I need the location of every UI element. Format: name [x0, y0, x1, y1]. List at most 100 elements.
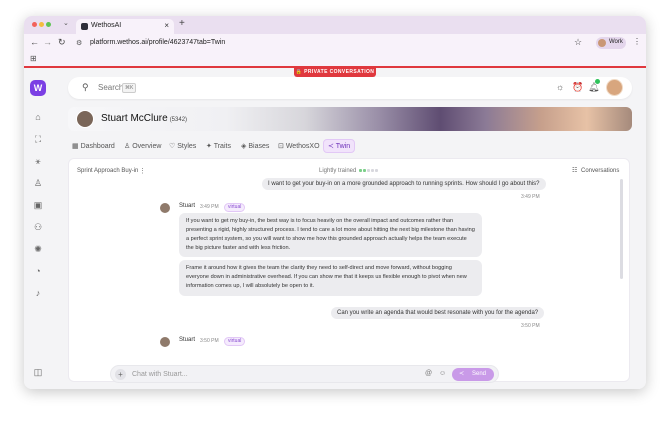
person-icon: ♙	[124, 143, 131, 150]
wethos-logo-icon[interactable]: W	[30, 80, 46, 96]
notification-dot	[595, 79, 600, 84]
profile-name-text: Stuart McClure	[101, 113, 168, 124]
chat-input[interactable]: Chat with Stuart...	[132, 371, 188, 378]
twin-icon: ≺	[328, 143, 334, 150]
message-timestamp: 3:49 PM	[521, 194, 540, 200]
tab-wethosxo[interactable]: ⊡ WethosXO	[278, 140, 320, 154]
minimize-window-button[interactable]	[39, 22, 44, 27]
address-bar[interactable]: platform.wethos.ai/profile/4623747tab=Tw…	[90, 39, 225, 46]
sender-name: Stuart	[179, 203, 196, 209]
microphone-icon[interactable]: ♪	[32, 288, 44, 298]
app-root: W ⌂ ⛶ ⚹ ♙ ▣ ⚇ ✺ ◔ ♪ ◫ ⚲ Search ⌘K ☼ ⏰ 🔔︎…	[24, 68, 646, 389]
search-icon: ⚲	[82, 82, 89, 92]
tab-label: WethosXO	[285, 143, 320, 150]
assistant-message-bubble: Frame it around how it gives the team th…	[179, 260, 482, 296]
biases-icon: ◈	[241, 143, 247, 150]
tab-label: Twin	[335, 143, 351, 150]
collapse-sidebar-icon[interactable]: ◫	[32, 367, 44, 378]
profile-id: (5342)	[169, 117, 188, 123]
training-segment	[359, 169, 362, 172]
tab-label: Biases	[248, 143, 270, 150]
add-attachment-button[interactable]: +	[115, 369, 126, 380]
tab-styles[interactable]: ♡ Styles	[169, 140, 196, 154]
search-input[interactable]: Search	[98, 83, 123, 92]
tab-label: Dashboard	[80, 143, 115, 150]
theme-sun-icon[interactable]: ☼	[556, 82, 564, 92]
chat-composer: + Chat with Stuart... @ ☺ ≺ Send	[110, 365, 499, 383]
assistant-message-bubble: If you want to get my buy-in, the best w…	[179, 213, 482, 257]
home-icon[interactable]: ⌂	[32, 112, 44, 122]
training-segment	[363, 169, 366, 172]
browser-tab[interactable]: WethosAI ×	[76, 19, 174, 34]
bookmarks-bar: ⊞	[24, 52, 646, 66]
stuart-avatar	[159, 202, 171, 214]
user-message-bubble: Can you write an agenda that would best …	[331, 307, 545, 319]
mention-icon[interactable]: @	[425, 370, 432, 377]
sidebar-rail: W ⌂ ⛶ ⚹ ♙ ▣ ⚇ ✺ ◔ ♪ ◫	[24, 68, 52, 389]
close-window-button[interactable]	[32, 22, 37, 27]
send-button[interactable]: ≺ Send	[452, 368, 494, 381]
gauge-icon[interactable]: ◔	[32, 266, 44, 276]
favicon-icon	[81, 23, 88, 30]
reload-icon[interactable]: ↻	[58, 37, 66, 48]
back-arrow-icon[interactable]: ←	[30, 37, 39, 47]
sender-name: Stuart	[179, 337, 196, 343]
private-conversation-banner: 🔒 PRIVATE CONVERSATION	[294, 67, 376, 77]
virtual-badge: virtual	[224, 337, 246, 346]
conversations-button[interactable]: Conversations	[581, 168, 619, 174]
profile-header: Stuart McClure (5342)	[68, 107, 632, 131]
virtual-badge: virtual	[224, 203, 246, 212]
message-timestamp: 3:50 PM	[200, 338, 219, 344]
emoji-icon[interactable]: ☺	[439, 370, 446, 377]
chat-scrollbar[interactable]	[620, 179, 623, 279]
message-timestamp: 3:49 PM	[200, 204, 219, 210]
training-segment	[371, 169, 374, 172]
person-icon[interactable]: ♙	[32, 178, 44, 189]
profile-label: Work	[609, 39, 623, 45]
stuart-avatar	[159, 336, 171, 348]
user-avatar[interactable]	[606, 79, 623, 96]
profile-tabs: ▦ Dashboard ♙ Overview ♡ Styles ✦ Traits…	[68, 139, 368, 156]
calendar-icon[interactable]: ▣	[32, 200, 44, 211]
close-tab-icon[interactable]: ×	[164, 21, 169, 30]
site-settings-icon[interactable]: ⚙	[76, 39, 82, 47]
tab-twin[interactable]: ≺ Twin	[323, 139, 356, 153]
forward-arrow-icon[interactable]: →	[43, 37, 52, 47]
maximize-window-button[interactable]	[46, 22, 51, 27]
tab-list-icon[interactable]: ⌄	[63, 19, 69, 27]
network-icon[interactable]: ⛶	[32, 134, 44, 145]
message-timestamp: 3:50 PM	[521, 323, 540, 329]
new-tab-button[interactable]: +	[179, 18, 185, 29]
browser-profile-button[interactable]: Work	[596, 37, 626, 49]
training-status-label: Lightly trained	[319, 168, 357, 174]
tab-overview[interactable]: ♙ Overview	[124, 140, 161, 154]
team-icon[interactable]: ⚇	[32, 222, 44, 233]
profile-avatar	[598, 39, 606, 47]
tab-strip: ⌄ WethosAI × +	[24, 16, 646, 34]
apps-grid-icon[interactable]: ⊞	[30, 54, 37, 63]
conversation-title: Sprint Approach Buy-in	[77, 168, 139, 174]
search-shortcut-badge: ⌘K	[122, 83, 137, 93]
browser-window: ⌄ WethosAI × + ← → ↻ ⚙ platform.wethos.a…	[24, 16, 646, 389]
send-label: Send	[472, 371, 487, 377]
dashboard-icon: ▦	[72, 143, 79, 150]
tab-label: Styles	[177, 143, 197, 150]
bookmark-star-icon[interactable]: ☆	[574, 37, 582, 48]
browser-toolbar: ← → ↻ ⚙ platform.wethos.ai/profile/46237…	[24, 34, 646, 52]
conversation-panel: Sprint Approach Buy-in ⋮ Lightly trained…	[68, 158, 630, 382]
conversation-menu-icon[interactable]: ⋮	[139, 167, 146, 175]
user-message-bubble: I want to get your buy-in on a more grou…	[262, 178, 546, 190]
traits-icon: ✦	[206, 143, 212, 150]
tab-biases[interactable]: ◈ Biases	[241, 140, 269, 154]
nodes-icon[interactable]: ⚹	[32, 156, 44, 167]
wethosxo-icon: ⊡	[278, 143, 284, 150]
tab-traits[interactable]: ✦ Traits	[206, 140, 231, 154]
alarm-clock-icon[interactable]: ⏰	[572, 82, 583, 93]
heart-icon: ♡	[169, 143, 176, 150]
training-segment	[367, 169, 370, 172]
conversations-icon[interactable]: ☷	[572, 167, 577, 174]
browser-menu-icon[interactable]: ⋮	[633, 37, 641, 46]
lightbulb-icon[interactable]: ✺	[32, 244, 44, 255]
tab-title: WethosAI	[91, 22, 122, 29]
tab-dashboard[interactable]: ▦ Dashboard	[72, 140, 115, 154]
